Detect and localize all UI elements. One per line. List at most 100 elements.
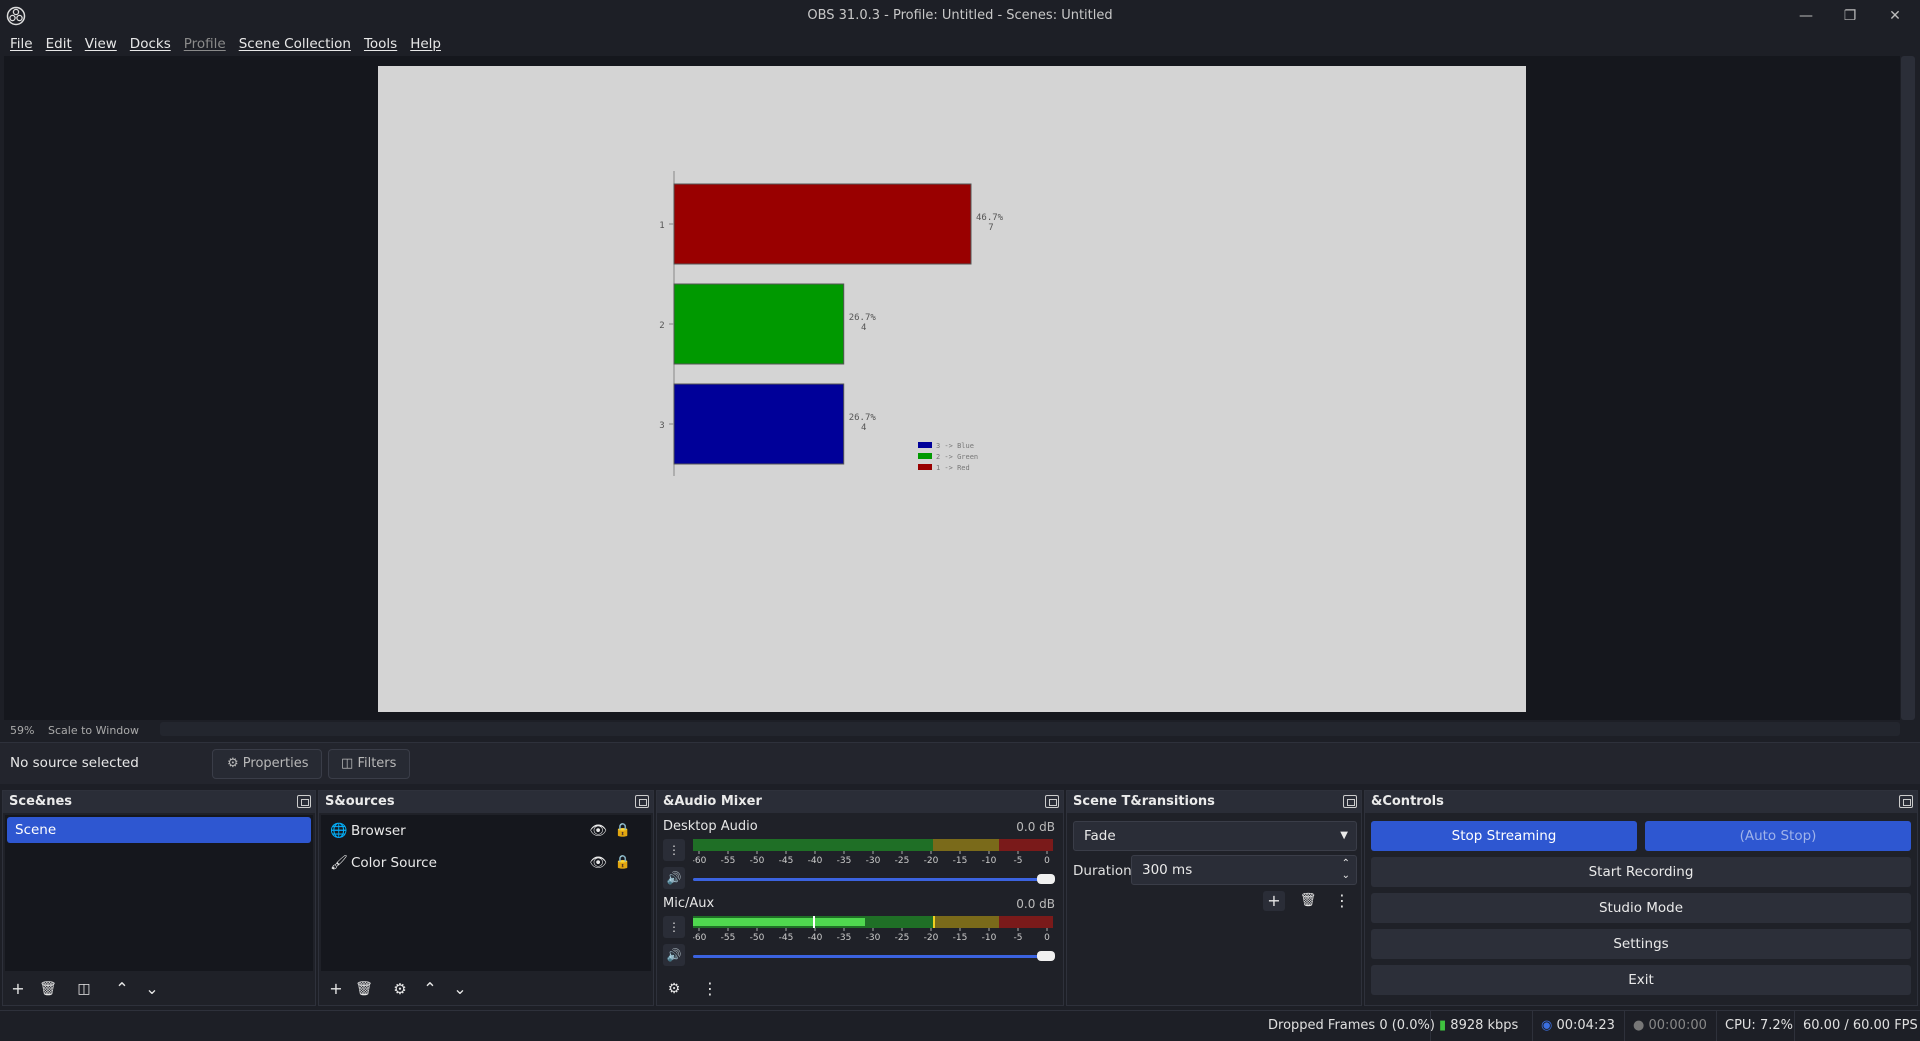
stream-time-cell: ◉ 00:04:23 (1532, 1011, 1623, 1041)
eye-icon[interactable]: 👁 (589, 817, 607, 845)
channel-name: Mic/Aux (663, 896, 715, 911)
kebab-menu-icon[interactable]: ⋮ (1331, 891, 1353, 911)
transition-selected: Fade (1084, 828, 1116, 844)
bitrate-cell: ▮ 8928 kbps (1430, 1011, 1526, 1041)
source-toolbar: No source selected ⚙ Properties ◫ Filter… (0, 742, 1920, 784)
studio-mode-button[interactable]: Studio Mode (1371, 893, 1911, 923)
preview-canvas[interactable]: 1 46.7% 7 2 26.7% 4 3 26.7% 4 3 -> Blue 2 -> Green… (378, 66, 1526, 712)
controls-title: &Controls (1365, 791, 1917, 813)
trash-icon[interactable]: 🗑 (1297, 891, 1319, 911)
meter-tick-label: -35 (837, 933, 852, 942)
trash-icon[interactable]: 🗑 (353, 979, 375, 999)
advanced-audio-icon[interactable]: ⚙ (663, 979, 685, 999)
stream-time: 00:04:23 (1556, 1018, 1615, 1033)
vertical-scrollbar[interactable] (1900, 56, 1916, 720)
channel-menu-icon[interactable]: ⋮ (663, 916, 685, 938)
scale-mode-select[interactable]: Scale to Window (48, 724, 139, 737)
chart-data-label: 26.7% (849, 313, 877, 323)
chart-data-label: 4 (861, 323, 866, 333)
move-down-icon[interactable]: ⌄ (141, 979, 163, 999)
lock-icon[interactable]: 🔒 (615, 849, 631, 877)
meter-scale: -60 -55 -50 -45 -40 -35 -30 -25 -20 -15 -10 -5 0 (693, 928, 1050, 942)
volume-slider-handle[interactable] (1037, 951, 1055, 961)
add-icon[interactable]: + (1263, 891, 1285, 911)
chart-data-label: 46.7% (976, 213, 1004, 223)
duration-spinbox[interactable]: 300 ms ⌃ ⌄ (1131, 855, 1357, 885)
filter-icon[interactable]: ◫ (73, 979, 95, 999)
chart-bar (673, 383, 845, 465)
add-icon[interactable]: + (325, 979, 347, 999)
menu-view[interactable]: View (85, 32, 117, 56)
scrollbar-thumb[interactable] (1901, 56, 1915, 720)
chart-legend-entry: 3 -> Blue (936, 442, 974, 450)
undock-icon[interactable] (1343, 795, 1357, 808)
chevron-down-icon: ▼ (1340, 830, 1348, 841)
chart-legend-entry: 1 -> Red (936, 464, 970, 472)
chart-legend-swatch (918, 453, 932, 459)
undock-icon[interactable] (297, 795, 311, 808)
exit-button[interactable]: Exit (1371, 965, 1911, 995)
preview-bar-chart: 146.7%7226.7%4326.7%43 -> Blue2 -> Green… (659, 171, 1004, 476)
undock-icon[interactable] (1045, 795, 1059, 808)
source-label: Browser (351, 823, 406, 839)
properties-button[interactable]: ⚙ Properties (212, 749, 322, 779)
speaker-icon[interactable]: 🔊 (663, 944, 685, 966)
kebab-menu-icon[interactable]: ⋮ (699, 979, 721, 999)
filter-icon: ◫ (341, 756, 354, 771)
source-item-color-source[interactable]: 🖌 Color Source 👁 🔒 (327, 849, 645, 877)
menu-scene-collection[interactable]: Scene Collection (239, 32, 351, 56)
chart-tick-label: 3 (659, 421, 664, 431)
stop-streaming-button[interactable]: Stop Streaming (1371, 821, 1637, 851)
close-icon[interactable]: ✕ (1883, 6, 1907, 26)
record-time-cell: ● 00:00:00 (1624, 1011, 1715, 1041)
filters-button[interactable]: ◫ Filters (328, 749, 410, 779)
move-down-icon[interactable]: ⌄ (449, 979, 471, 999)
start-recording-button[interactable]: Start Recording (1371, 857, 1911, 887)
spin-down-icon[interactable]: ⌄ (1342, 862, 1350, 890)
menu-edit[interactable]: Edit (46, 32, 72, 56)
transition-select[interactable]: Fade ▼ (1073, 821, 1357, 851)
move-up-icon[interactable]: ⌃ (419, 979, 441, 999)
sources-dock: S&ources 🌐 Browser 👁 🔒 🖌 Color Source 👁 … (318, 790, 654, 1006)
horizontal-scrollbar[interactable] (160, 722, 1900, 736)
signal-bars-icon: ▮ (1439, 1018, 1447, 1033)
meter-tick-label: -50 (750, 856, 765, 865)
menu-file[interactable]: File (10, 32, 33, 56)
meter-tick-label: -45 (779, 933, 794, 942)
chart-tick-label: 1 (659, 221, 664, 231)
volume-slider-handle[interactable] (1037, 874, 1055, 884)
title-bar: OBS 31.0.3 - Profile: Untitled - Scenes:… (0, 0, 1920, 32)
minimize-icon[interactable]: — (1794, 6, 1818, 26)
menu-tools[interactable]: Tools (364, 32, 397, 56)
lock-icon[interactable]: 🔒 (615, 817, 631, 845)
restore-icon[interactable]: ❐ (1838, 6, 1862, 26)
channel-menu-icon[interactable]: ⋮ (663, 839, 685, 861)
meter-tick-label: -30 (866, 933, 881, 942)
channel-db: 0.0 dB (1016, 820, 1055, 834)
move-up-icon[interactable]: ⌃ (111, 979, 133, 999)
source-item-browser[interactable]: 🌐 Browser 👁 🔒 (327, 817, 645, 845)
volume-meter (693, 839, 1053, 851)
zoom-level: 59% (10, 724, 35, 737)
auto-stop-button[interactable]: (Auto Stop) (1645, 821, 1911, 851)
undock-icon[interactable] (635, 795, 649, 808)
gear-icon[interactable]: ⚙ (389, 979, 411, 999)
menu-docks[interactable]: Docks (130, 32, 171, 56)
menu-profile: Profile (183, 36, 226, 52)
chart-legend-swatch (918, 442, 932, 448)
bitrate: 8928 kbps (1450, 1018, 1519, 1033)
scene-item[interactable]: Scene (7, 817, 311, 843)
eye-icon[interactable]: 👁 (589, 849, 607, 877)
chart-data-label: 7 (988, 223, 993, 233)
undock-icon[interactable] (1899, 795, 1913, 808)
chart-bar (673, 283, 845, 365)
speaker-icon[interactable]: 🔊 (663, 867, 685, 889)
settings-button[interactable]: Settings (1371, 929, 1911, 959)
menu-help[interactable]: Help (410, 32, 441, 56)
chart-bar (673, 183, 972, 265)
volume-slider[interactable] (693, 955, 1049, 958)
volume-slider[interactable] (693, 878, 1049, 881)
add-icon[interactable]: + (7, 979, 29, 999)
sources-toolbar: + 🗑 ⚙ ⌃ ⌄ (319, 971, 653, 1005)
trash-icon[interactable]: 🗑 (37, 979, 59, 999)
